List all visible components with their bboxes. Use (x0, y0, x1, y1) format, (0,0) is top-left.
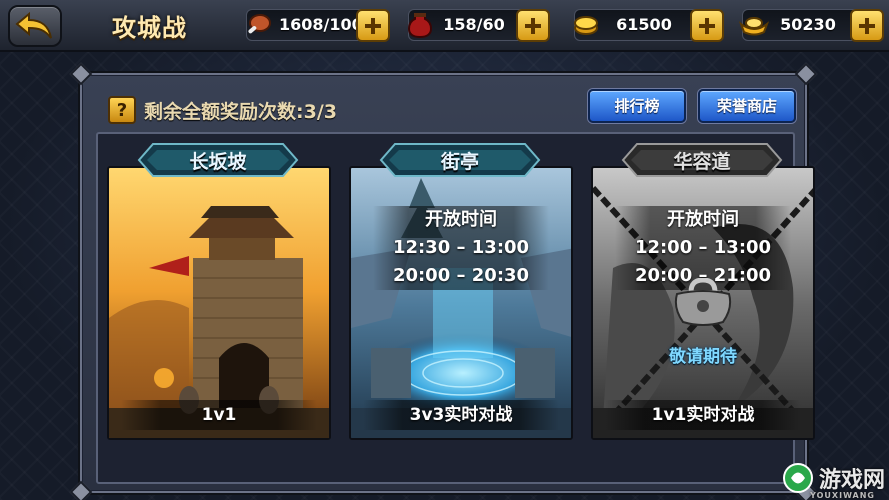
battlefield-card-changbanpo[interactable]: 长坂坡 1v1 (107, 143, 331, 440)
plus-icon (859, 17, 875, 34)
card-title-tab: 长坂坡 (135, 142, 301, 178)
open-times: 开放时间 12:30 – 13:00 20:00 – 20:30 (349, 206, 573, 290)
resource-stamina: 1608/100 (246, 9, 390, 42)
remaining-rewards-text: 剩余全额奖励次数:3/3 (144, 101, 337, 123)
wine-jar-icon (403, 8, 437, 42)
lock-icon (674, 278, 732, 326)
ingots-value: 50230 (780, 15, 836, 34)
plus-icon (525, 17, 541, 34)
card-title-tab: 华容道 (619, 142, 785, 178)
back-button[interactable] (8, 5, 62, 47)
coin-icon (569, 8, 603, 42)
add-ingots-button[interactable] (850, 9, 884, 42)
watermark-logo-icon (782, 463, 813, 493)
battlefield-card-huarongdao[interactable]: 华容道 开放时间 12:00 – 13:00 20:00 – 21:00 敬请期… (591, 143, 815, 440)
stamina-value: 1608/100 (279, 15, 363, 34)
add-coins-button[interactable] (690, 9, 724, 42)
mode-label: 1v1实时对战 (605, 400, 801, 430)
resource-coins: 61500 (574, 9, 724, 42)
open-time-slot: 12:00 – 13:00 (615, 234, 791, 262)
mode-label: 3v3实时对战 (363, 400, 559, 430)
meat-icon (241, 8, 275, 42)
card-title-tab: 街亭 (377, 142, 543, 178)
changbanpo-artwork (107, 166, 331, 440)
coming-soon-status: 敬请期待 (669, 347, 737, 367)
open-time-slot: 20:00 – 20:30 (373, 262, 549, 290)
back-arrow-icon (15, 11, 52, 39)
add-wine-button[interactable] (516, 9, 550, 42)
site-watermark: 游戏网 YOUXIWANG (781, 458, 885, 500)
open-time-slot: 12:30 – 13:00 (373, 234, 549, 262)
watermark-text: 游戏网 (818, 468, 885, 493)
battlefield-card-jieting[interactable]: 街亭 开放时间 12:30 – 13:00 20:00 – 20:30 3v3实… (349, 143, 573, 440)
mode-label: 1v1 (121, 400, 317, 430)
card-title: 街亭 (440, 150, 479, 173)
resource-wine: 158/60 (407, 9, 550, 42)
card-title: 华容道 (673, 150, 731, 173)
help-button[interactable]: ? (108, 96, 136, 124)
add-stamina-button[interactable] (356, 9, 390, 42)
resource-ingots: 50230 (738, 9, 884, 42)
plus-icon (365, 17, 381, 34)
open-time-label: 开放时间 (615, 206, 791, 234)
page-title: 攻城战 (112, 14, 187, 42)
wine-value: 158/60 (443, 15, 505, 34)
watermark-subtext: YOUXIWANG (810, 491, 875, 500)
top-bar: 攻城战 1608/100 158/60 61500 50230 (0, 0, 889, 52)
plus-icon (699, 17, 715, 34)
open-time-label: 开放时间 (373, 206, 549, 234)
coins-value: 61500 (616, 15, 672, 34)
ranking-button[interactable]: 排行榜 (588, 89, 686, 123)
card-title: 长坂坡 (189, 150, 247, 173)
honor-shop-button[interactable]: 荣誉商店 (698, 89, 796, 123)
gold-ingot-icon (737, 8, 771, 42)
